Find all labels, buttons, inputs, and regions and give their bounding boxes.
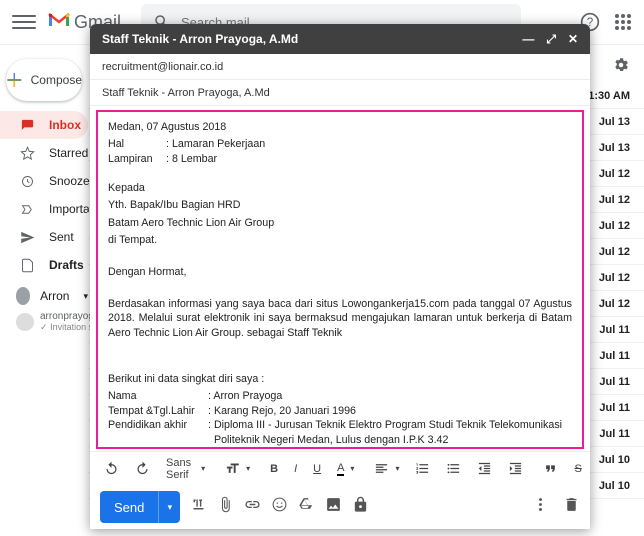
strikethrough-button[interactable]: S bbox=[568, 460, 587, 478]
undo-button[interactable] bbox=[98, 458, 125, 479]
subject-field[interactable]: Staff Teknik - Arron Prayoga, A.Md bbox=[90, 80, 590, 106]
image-icon[interactable] bbox=[325, 496, 342, 518]
email-body-editor[interactable]: Medan, 07 Agustus 2018 Hal: Lamaran Peke… bbox=[96, 110, 584, 449]
send-more-button[interactable]: ▾ bbox=[158, 491, 180, 523]
nav-starred[interactable]: Starred bbox=[0, 139, 88, 167]
attach-icon[interactable] bbox=[217, 496, 234, 518]
minimize-icon[interactable]: — bbox=[522, 32, 534, 47]
compose-label: Compose bbox=[31, 73, 82, 87]
underline-button[interactable]: U bbox=[307, 460, 327, 478]
link-icon[interactable] bbox=[244, 496, 261, 518]
format-toolbar: Sans Serif▾ ▾ B I U A▾ ▾ S bbox=[90, 451, 590, 485]
hangouts-user[interactable]: Arron▾ bbox=[0, 287, 88, 305]
close-icon[interactable]: ✕ bbox=[568, 32, 578, 47]
check-icon: ✓ bbox=[40, 322, 48, 332]
send-toolbar: Send ▾ bbox=[90, 485, 590, 529]
quote-button[interactable] bbox=[537, 458, 564, 479]
nav-drafts[interactable]: Drafts bbox=[0, 251, 88, 279]
lock-icon[interactable] bbox=[352, 496, 369, 518]
text-color-button[interactable]: A▾ bbox=[331, 459, 360, 479]
nav-important[interactable]: Important bbox=[0, 195, 88, 223]
more-options-icon[interactable] bbox=[532, 496, 549, 518]
redo-button[interactable] bbox=[129, 458, 156, 479]
compose-dialog: Staff Teknik - Arron Prayoga, A.Md — ⤢ ✕… bbox=[90, 24, 590, 529]
numbered-list-button[interactable] bbox=[409, 458, 436, 479]
discard-icon[interactable] bbox=[563, 496, 580, 518]
avatar bbox=[16, 287, 30, 305]
indent-more-button[interactable] bbox=[502, 458, 529, 479]
nav-snoozed[interactable]: Snoozed bbox=[0, 167, 88, 195]
bullet-list-button[interactable] bbox=[440, 458, 467, 479]
indent-less-button[interactable] bbox=[471, 458, 498, 479]
nav-inbox[interactable]: Inbox bbox=[0, 111, 88, 139]
compose-button[interactable]: Compose bbox=[6, 59, 82, 101]
nav-sent[interactable]: Sent bbox=[0, 223, 88, 251]
menu-icon[interactable] bbox=[12, 10, 36, 34]
send-button[interactable]: Send ▾ bbox=[100, 491, 180, 523]
avatar bbox=[16, 313, 34, 331]
align-button[interactable]: ▾ bbox=[368, 458, 405, 479]
font-family-select[interactable]: Sans Serif▾ bbox=[160, 454, 211, 484]
dialog-titlebar[interactable]: Staff Teknik - Arron Prayoga, A.Md — ⤢ ✕ bbox=[90, 24, 590, 54]
bold-button[interactable]: B bbox=[264, 460, 284, 478]
format-toggle-button[interactable] bbox=[190, 496, 207, 518]
to-field[interactable]: recruitment@lionair.co.id bbox=[90, 54, 590, 80]
maximize-icon[interactable]: ⤢ bbox=[546, 32, 556, 47]
emoji-icon[interactable] bbox=[271, 496, 288, 518]
gmail-m-icon bbox=[48, 11, 70, 34]
drive-icon[interactable] bbox=[298, 496, 315, 518]
apps-icon[interactable] bbox=[614, 13, 632, 31]
settings-gear-icon[interactable] bbox=[612, 56, 630, 79]
font-size-button[interactable]: ▾ bbox=[219, 458, 256, 479]
italic-button[interactable]: I bbox=[288, 460, 303, 478]
sidebar: Compose Inbox Starred Snoozed Important … bbox=[0, 45, 88, 536]
dialog-title: Staff Teknik - Arron Prayoga, A.Md bbox=[102, 32, 298, 46]
hangouts-contact[interactable]: arronprayoga@✓ Invitation sent bbox=[0, 311, 88, 333]
